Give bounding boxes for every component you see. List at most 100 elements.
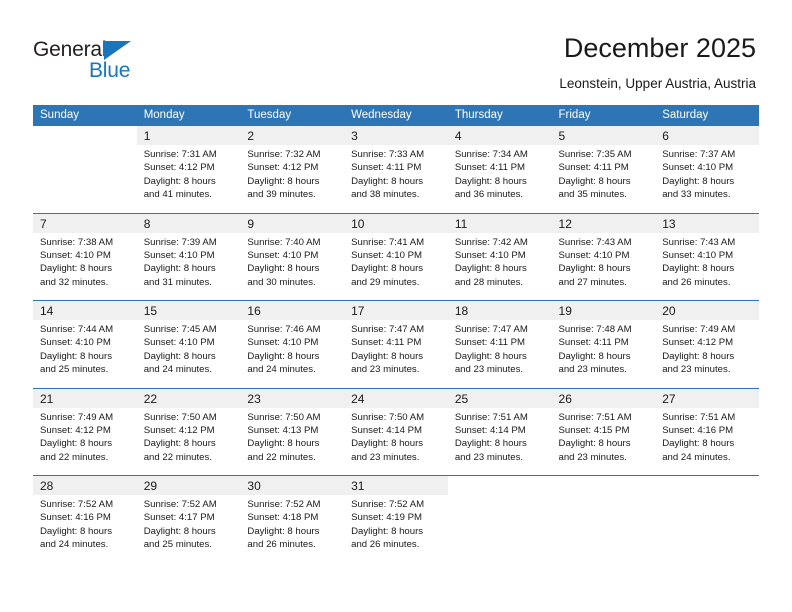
day-number[interactable]: 24 — [344, 388, 448, 408]
day-number[interactable]: 12 — [551, 213, 656, 233]
day-details: Sunrise: 7:35 AM Sunset: 4:11 PM Daylight:… — [551, 145, 656, 213]
day-number[interactable]: 5 — [551, 125, 656, 145]
day-details: Sunrise: 7:31 AM Sunset: 4:12 PM Daylight:… — [136, 145, 241, 213]
day-number[interactable]: 29 — [136, 475, 241, 495]
day-details: Sunrise: 7:49 AM Sunset: 4:12 PM Daylight:… — [33, 407, 137, 476]
day-detail-line: and 23 minutes. — [558, 451, 627, 463]
day-detail-line: Daylight: 8 hours — [558, 438, 631, 450]
day-detail-line: Sunrise: 7:47 AM — [454, 324, 528, 335]
weekday-header-wednesday: Wednesday — [344, 105, 448, 126]
calendar-body: 1 2 3 4 5 6 Sunrise: 7:31 AM Sunset: 4:12 PM Day… — [33, 125, 759, 563]
day-detail-line: and 23 minutes. — [351, 451, 420, 463]
day-number[interactable]: 30 — [240, 475, 345, 495]
day-detail-line: Sunset: 4:11 PM — [351, 162, 422, 174]
day-detail-line: and 23 minutes. — [662, 364, 731, 376]
day-detail-line: Daylight: 8 hours — [40, 438, 112, 450]
day-detail-line: Daylight: 8 hours — [662, 438, 735, 450]
day-number[interactable]: 16 — [240, 300, 345, 320]
day-number[interactable]: 14 — [33, 300, 137, 320]
day-detail-line: Daylight: 8 hours — [558, 350, 631, 362]
day-number[interactable]: 9 — [240, 213, 345, 233]
day-number[interactable]: 2 — [240, 125, 345, 145]
general-blue-logo: General Blue — [33, 38, 163, 86]
day-detail-line: and 26 minutes. — [662, 276, 731, 288]
day-detail-line: Daylight: 8 hours — [143, 175, 216, 187]
day-number[interactable]: 19 — [551, 300, 656, 320]
weekday-header-monday: Monday — [136, 105, 241, 126]
day-detail-line: Sunset: 4:12 PM — [143, 162, 215, 174]
logo-text-blue: Blue — [89, 59, 131, 82]
day-number[interactable]: 11 — [447, 213, 552, 233]
weekday-header-friday: Friday — [551, 105, 656, 126]
day-detail-line: Sunset: 4:19 PM — [351, 512, 423, 524]
day-details: Sunrise: 7:47 AM Sunset: 4:11 PM Daylight:… — [447, 320, 552, 388]
calendar-grid: Sunday Monday Tuesday Wednesday Thursday Frid… — [33, 105, 759, 563]
day-number[interactable]: 13 — [655, 213, 759, 233]
day-detail-line: Sunset: 4:11 PM — [454, 337, 526, 349]
day-detail-line: and 26 minutes. — [247, 539, 316, 551]
day-detail-line: and 24 minutes. — [143, 364, 212, 376]
week-detail-row: Sunrise: 7:44 AM Sunset: 4:10 PM Daylight:… — [33, 320, 759, 388]
day-detail-line: Daylight: 8 hours — [143, 350, 216, 362]
day-number[interactable]: 22 — [136, 388, 241, 408]
day-number[interactable]: 21 — [33, 388, 137, 408]
day-details: Sunrise: 7:40 AM Sunset: 4:10 PM Daylight:… — [240, 232, 345, 301]
day-number[interactable]: 26 — [551, 388, 656, 408]
week-detail-row: Sunrise: 7:52 AM Sunset: 4:16 PM Daylight:… — [33, 495, 759, 563]
day-detail-line: Sunrise: 7:45 AM — [143, 324, 217, 335]
week-row: 7 8 9 10 11 12 13 — [33, 213, 759, 233]
day-detail-line: Daylight: 8 hours — [351, 525, 424, 537]
day-detail-line: Daylight: 8 hours — [143, 438, 216, 450]
day-detail-line: and 41 minutes. — [143, 189, 212, 201]
week-detail-row: Sunrise: 7:38 AM Sunset: 4:10 PM Daylight:… — [33, 232, 759, 301]
weekday-header-tuesday: Tuesday — [240, 105, 345, 126]
day-number[interactable]: 1 — [136, 125, 241, 145]
day-number[interactable]: 28 — [33, 475, 137, 495]
day-number[interactable]: 7 — [33, 213, 137, 233]
day-detail-line: Sunrise: 7:34 AM — [454, 149, 528, 160]
day-details: Sunrise: 7:47 AM Sunset: 4:11 PM Daylight:… — [344, 320, 448, 388]
page-title: December 2025 — [563, 33, 756, 63]
day-number[interactable]: 4 — [447, 125, 552, 145]
day-number[interactable]: 25 — [447, 388, 552, 408]
day-details: Sunrise: 7:49 AM Sunset: 4:12 PM Daylight:… — [655, 320, 759, 388]
day-detail-line: Daylight: 8 hours — [40, 525, 112, 537]
day-number[interactable]: 10 — [344, 213, 448, 233]
day-number[interactable]: 15 — [136, 300, 241, 320]
day-detail-line: and 31 minutes. — [143, 276, 212, 288]
day-number[interactable]: 23 — [240, 388, 345, 408]
day-detail-line: Sunset: 4:10 PM — [351, 249, 423, 261]
day-cell-empty — [447, 475, 552, 495]
day-detail-line: and 27 minutes. — [558, 276, 627, 288]
day-number[interactable]: 18 — [447, 300, 552, 320]
day-detail-line: Sunrise: 7:51 AM — [662, 411, 736, 423]
day-number[interactable]: 6 — [655, 125, 759, 145]
day-number[interactable]: 27 — [655, 388, 759, 408]
day-detail-line: Sunset: 4:10 PM — [40, 249, 111, 261]
day-number[interactable]: 8 — [136, 213, 241, 233]
day-detail-line: Daylight: 8 hours — [40, 263, 112, 275]
day-detail-line: Sunset: 4:12 PM — [40, 424, 111, 436]
day-detail-line: and 24 minutes. — [40, 539, 109, 551]
day-detail-line: Daylight: 8 hours — [558, 263, 631, 275]
day-detail-line: Sunset: 4:10 PM — [662, 162, 734, 174]
day-detail-line: Sunset: 4:16 PM — [40, 512, 111, 524]
day-detail-line: Sunrise: 7:49 AM — [40, 411, 114, 423]
day-details-empty — [655, 495, 759, 563]
day-detail-line: Sunrise: 7:50 AM — [143, 411, 217, 423]
day-detail-line: Sunrise: 7:52 AM — [143, 499, 217, 510]
day-detail-line: and 33 minutes. — [662, 189, 731, 201]
day-detail-line: Sunrise: 7:33 AM — [351, 149, 425, 160]
week-row: 21 22 23 24 25 26 27 — [33, 388, 759, 408]
day-detail-line: Sunset: 4:18 PM — [247, 512, 319, 524]
day-number[interactable]: 20 — [655, 300, 759, 320]
day-detail-line: Daylight: 8 hours — [454, 438, 527, 450]
day-detail-line: Sunset: 4:10 PM — [247, 337, 319, 349]
day-detail-line: Sunset: 4:11 PM — [558, 162, 629, 174]
day-number[interactable]: 3 — [344, 125, 448, 145]
day-number[interactable]: 31 — [344, 475, 448, 495]
weekday-header-thursday: Thursday — [447, 105, 552, 126]
day-number[interactable]: 17 — [344, 300, 448, 320]
day-detail-line: Daylight: 8 hours — [351, 263, 424, 275]
day-detail-line: Sunrise: 7:43 AM — [662, 236, 736, 248]
